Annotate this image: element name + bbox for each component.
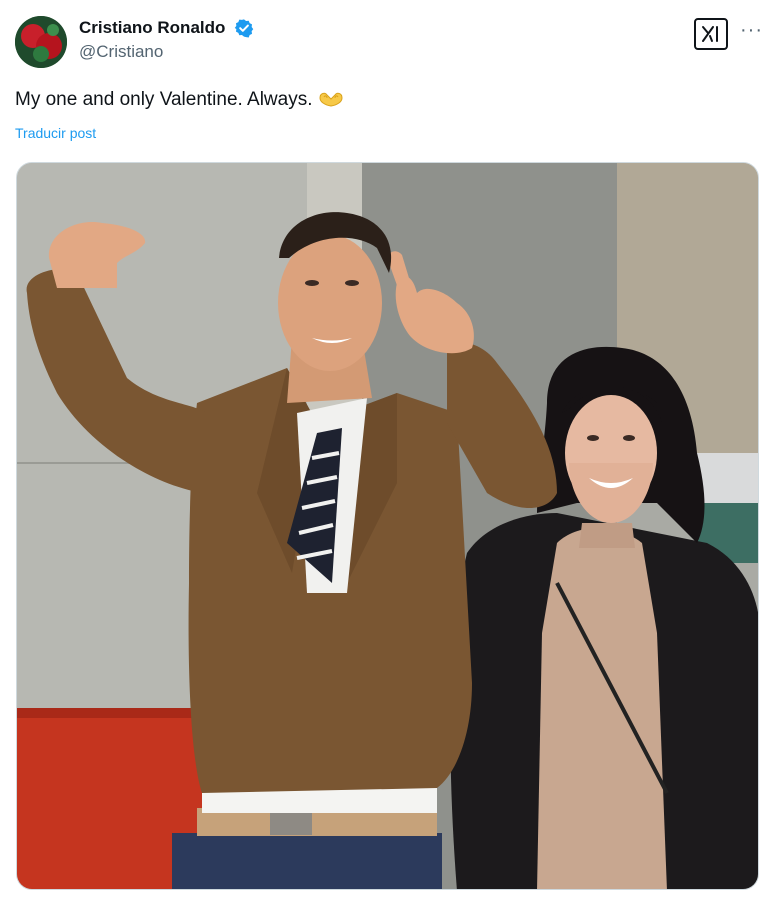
- tweet-photo[interactable]: [16, 162, 759, 890]
- tweet-header: Cristiano Ronaldo @Cristiano ···: [15, 16, 763, 68]
- verified-badge-icon: [234, 18, 254, 38]
- tweet-body: My one and only Valentine. Always.: [15, 89, 313, 110]
- grok-icon[interactable]: [694, 18, 728, 50]
- tweet-text: My one and only Valentine. Always.: [15, 89, 344, 114]
- author-names: Cristiano Ronaldo @Cristiano: [79, 18, 254, 62]
- translate-link[interactable]: Traducir post: [15, 125, 96, 141]
- author-handle[interactable]: @Cristiano: [79, 42, 254, 62]
- more-options-icon[interactable]: ···: [740, 20, 763, 40]
- display-name[interactable]: Cristiano Ronaldo: [79, 18, 225, 38]
- avatar[interactable]: [15, 16, 67, 68]
- heart-hands-icon: [318, 90, 344, 114]
